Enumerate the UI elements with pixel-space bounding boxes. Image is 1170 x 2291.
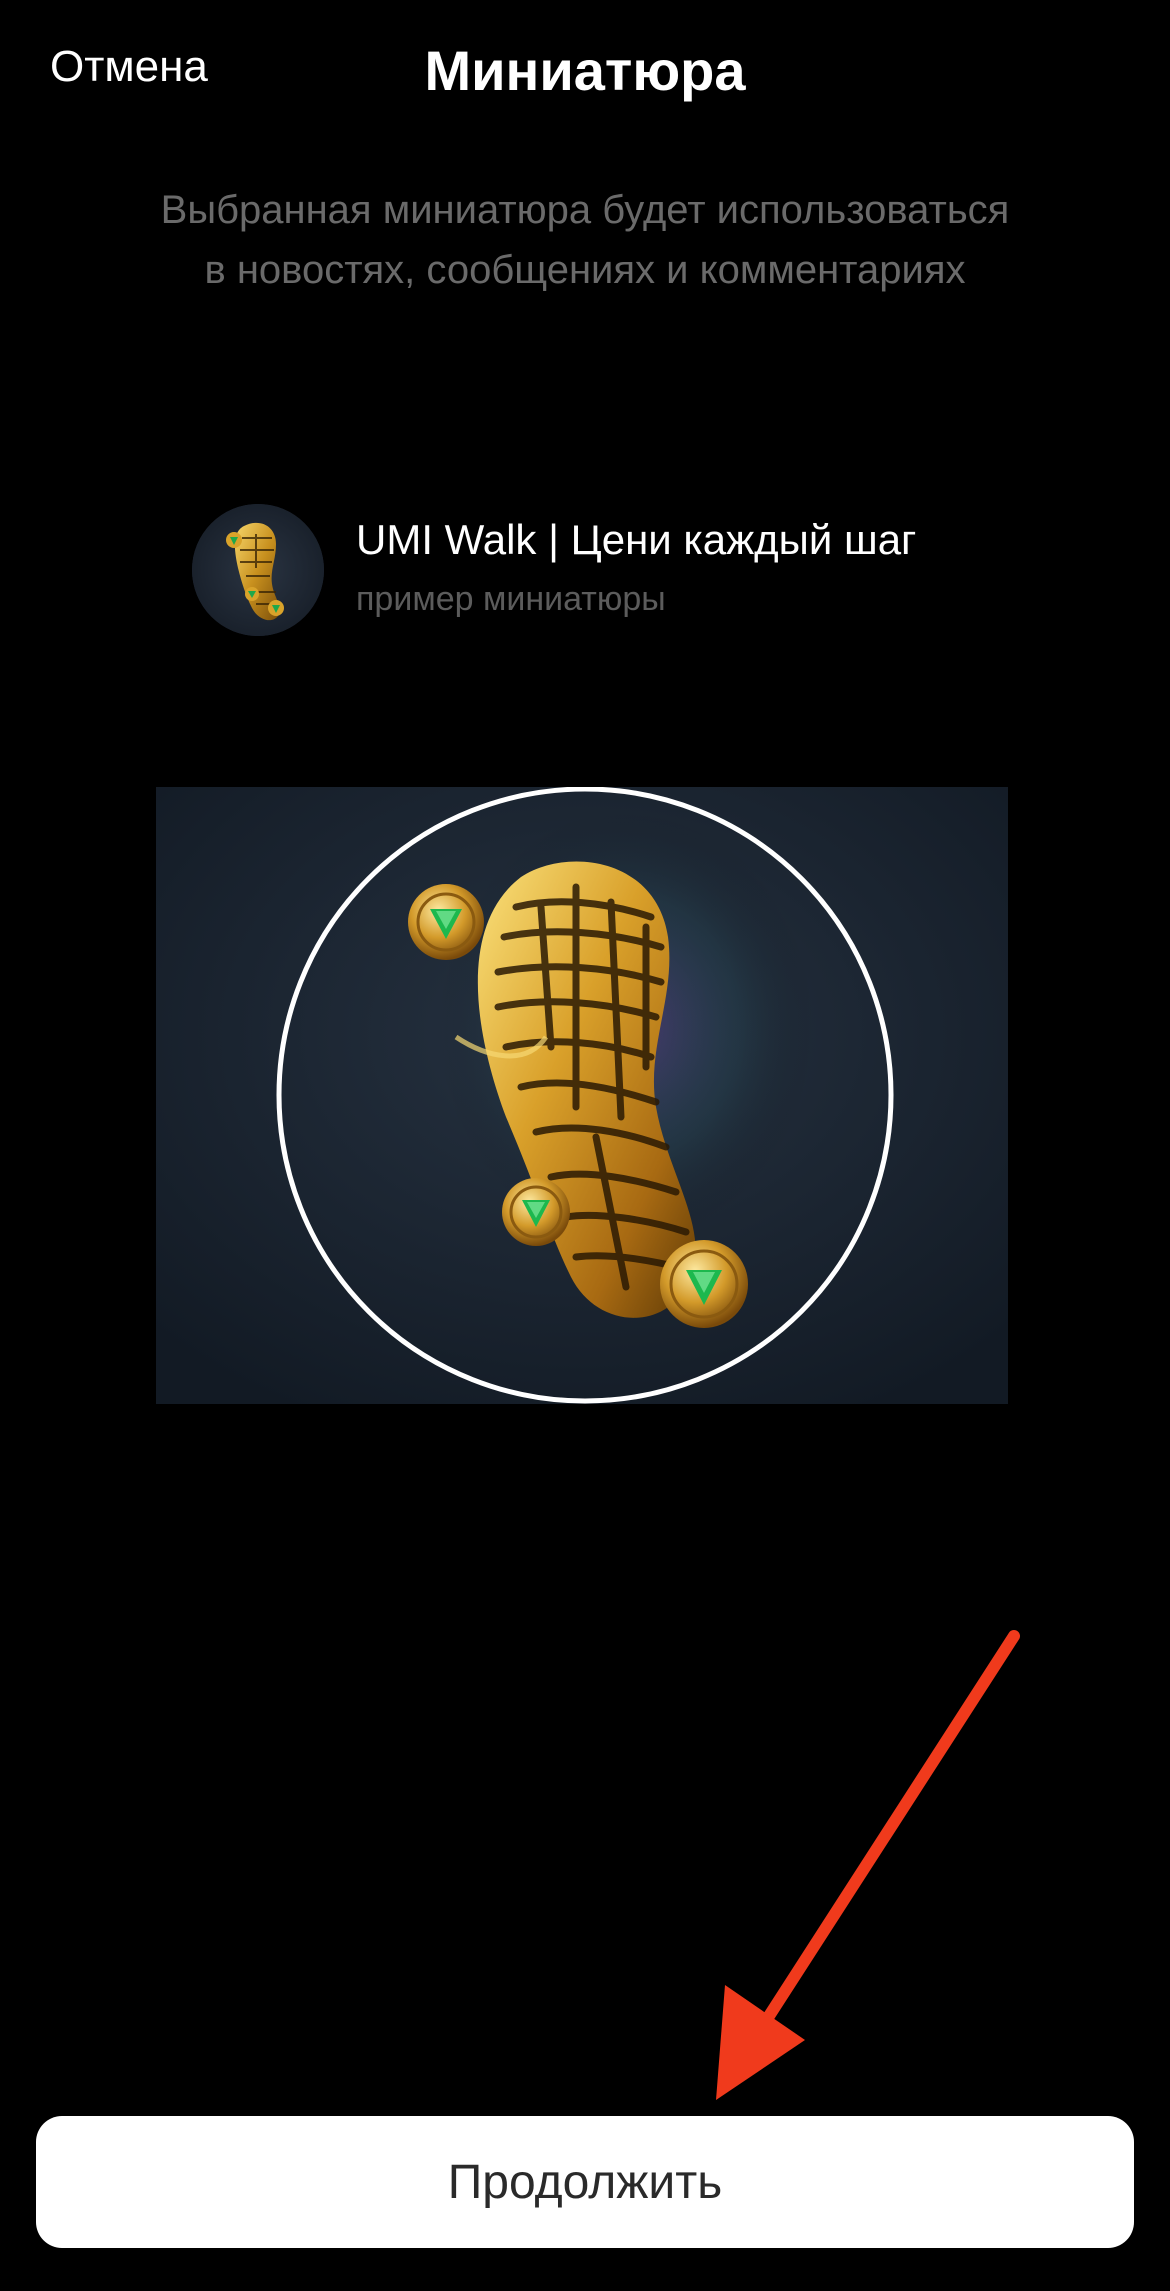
arrow-coin-icon: [408, 884, 484, 960]
page-title: Миниатюра: [424, 39, 746, 102]
arrow-coin-icon: [502, 1178, 570, 1246]
arrow-coin-icon: [660, 1240, 748, 1328]
description-text: Выбранная миниатюра будет использоваться…: [80, 180, 1090, 300]
golden-shoe-sole-icon: [192, 504, 324, 636]
thumbnail-crop-area[interactable]: [156, 787, 1008, 1404]
description-line-2: в новостях, сообщениях и комментариях: [204, 248, 966, 292]
crop-image: [156, 787, 1008, 1404]
header-bar: Отмена Миниатюра: [0, 0, 1170, 150]
avatar: [192, 504, 324, 636]
description-line-1: Выбранная миниатюра будет использоваться: [160, 188, 1010, 232]
thumbnail-preview: UMI Walk | Цени каждый шаг пример миниат…: [192, 504, 1052, 636]
preview-title: UMI Walk | Цени каждый шаг: [356, 516, 917, 563]
preview-subtitle: пример миниатюры: [356, 580, 666, 618]
continue-button[interactable]: Продолжить: [36, 2116, 1134, 2248]
